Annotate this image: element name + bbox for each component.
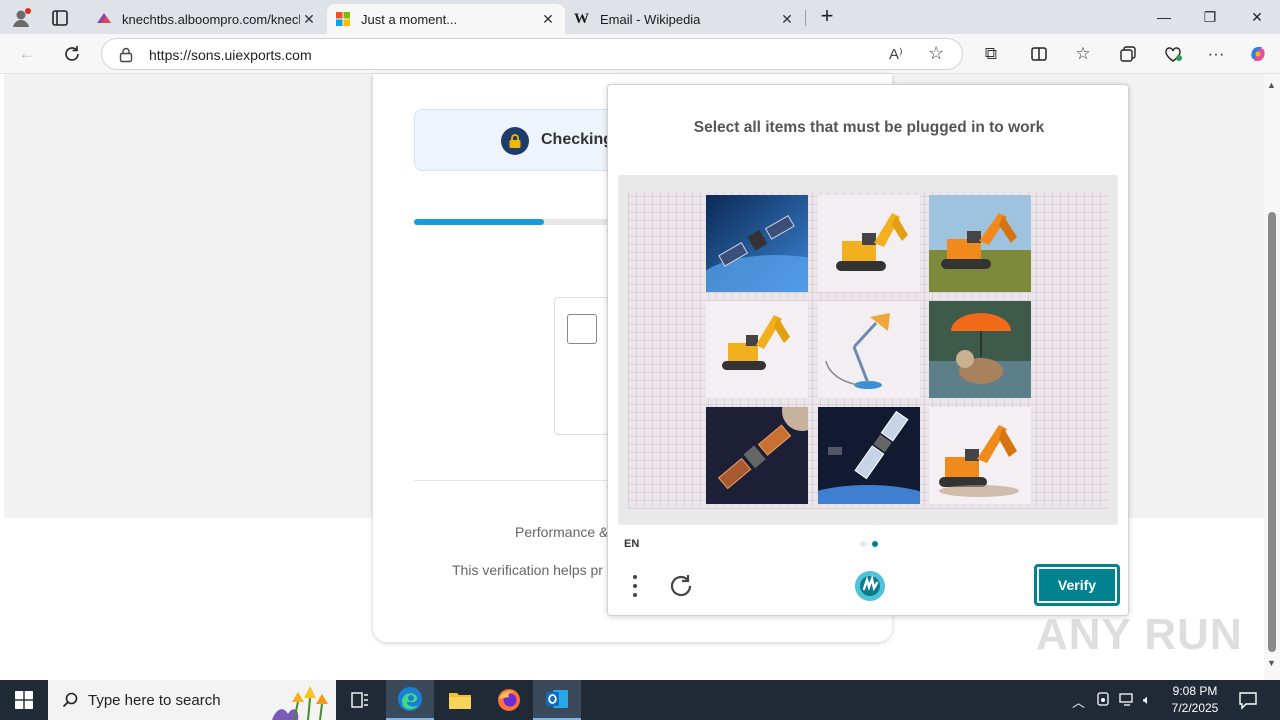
excavator-image <box>818 195 920 292</box>
hcaptcha-logo-icon[interactable] <box>853 569 887 603</box>
language-selector[interactable]: EN <box>624 538 639 550</box>
progress-fill <box>414 219 544 225</box>
divider <box>414 480 614 481</box>
back-button[interactable]: ← <box>12 40 42 68</box>
image-tile-3[interactable] <box>929 195 1031 292</box>
clock-date: 7/2/2025 <box>1171 701 1219 715</box>
volume-icon[interactable]: 🔈︎ <box>1143 692 1151 708</box>
excavator-image <box>706 301 808 398</box>
extensions-icon[interactable]: ⧉ <box>976 40 1006 68</box>
outlook-icon[interactable] <box>533 680 581 720</box>
challenge-prompt: Select all items that must be plugged in… <box>693 119 1045 136</box>
windows-logo-icon <box>15 691 33 709</box>
collections-icon[interactable] <box>1113 40 1143 68</box>
favorites-icon[interactable]: ☆ <box>1068 40 1098 68</box>
page-dot-1 <box>860 541 866 547</box>
performance-text: Performance & <box>515 524 609 540</box>
image-grid-frame <box>618 175 1118 525</box>
tab-separator <box>805 10 806 26</box>
image-tile-4[interactable] <box>706 301 808 398</box>
copilot-icon[interactable] <box>1243 40 1273 68</box>
browser-essentials-icon[interactable] <box>1158 40 1188 68</box>
search-placeholder: Type here to search <box>88 692 221 709</box>
browser-title-bar: knechtbs.alboompro.com/knecht ✕ Just a m… <box>0 0 1280 34</box>
more-options-icon[interactable]: ··· <box>1201 40 1231 68</box>
profile-icon[interactable] <box>10 7 32 29</box>
tab-actions-icon[interactable] <box>50 8 70 28</box>
device-icon[interactable] <box>1096 692 1110 709</box>
image-tile-9[interactable] <box>929 407 1031 504</box>
cow-umbrella-image <box>929 301 1031 398</box>
checking-text: Checking <box>541 131 614 148</box>
notifications-icon[interactable] <box>1238 690 1258 715</box>
restore-button[interactable]: ❐ <box>1187 0 1233 34</box>
image-tile-7[interactable] <box>706 407 808 504</box>
search-icon <box>62 692 78 708</box>
tab-label: Just a moment... <box>361 11 458 27</box>
wikipedia-favicon-icon: W <box>574 11 589 27</box>
tulips-illustration-icon <box>272 686 328 720</box>
web-page: Checking Performance & This verification… <box>0 74 1264 680</box>
image-tile-1[interactable] <box>706 195 808 292</box>
close-window-button[interactable]: ✕ <box>1234 0 1280 34</box>
refresh-button[interactable] <box>57 40 87 68</box>
close-tab-icon[interactable]: ✕ <box>300 11 318 28</box>
url-text: https://sons.uiexports.com <box>149 47 312 63</box>
minimize-button[interactable]: — <box>1141 0 1187 34</box>
new-tab-button[interactable]: + <box>816 3 838 31</box>
tab-label: Email - Wikipedia <box>600 11 701 27</box>
read-aloud-icon[interactable]: A⁾ <box>889 45 903 63</box>
windows-favicon-icon <box>335 11 351 27</box>
alboom-favicon-icon <box>96 11 112 27</box>
image-tile-8[interactable] <box>818 407 920 504</box>
taskbar-search-box[interactable]: Type here to search <box>48 680 336 720</box>
hcaptcha-challenge: Select all items that must be plugged in… <box>607 84 1129 616</box>
satellite-image <box>818 407 920 504</box>
refresh-challenge-icon[interactable] <box>666 571 696 601</box>
network-icon[interactable] <box>1119 692 1135 709</box>
verify-button[interactable]: Verify <box>1034 564 1120 606</box>
clock-time: 9:08 PM <box>1172 684 1218 698</box>
system-clock[interactable]: 9:08 PM 7/2/2025 <box>1160 683 1230 717</box>
captcha-checkbox[interactable] <box>567 314 597 344</box>
image-tile-6[interactable] <box>929 301 1031 398</box>
satellite-image <box>706 407 808 504</box>
image-tile-5[interactable] <box>818 301 920 398</box>
tab-just-a-moment[interactable]: Just a moment... ✕ <box>327 4 565 34</box>
scroll-down-icon[interactable]: ▼ <box>1267 658 1276 668</box>
address-bar[interactable]: https://sons.uiexports.com A⁾ ☆ <box>101 38 963 70</box>
tab-label: knechtbs.alboompro.com/knecht <box>122 11 300 27</box>
start-button[interactable] <box>0 680 48 720</box>
tab-wikipedia[interactable]: W Email - Wikipedia ✕ <box>566 4 804 34</box>
favorite-star-icon[interactable]: ☆ <box>928 43 944 64</box>
satellite-image <box>706 195 808 292</box>
task-view-icon[interactable] <box>336 680 384 720</box>
scroll-thumb[interactable] <box>1268 212 1276 652</box>
close-tab-icon[interactable]: ✕ <box>539 11 557 28</box>
desk-lamp-image <box>818 301 920 398</box>
windows-taskbar: Type here to search ︿ 🔈︎ 9:08 PM 7/2/202… <box>0 680 1280 720</box>
image-tile-2[interactable] <box>818 195 920 292</box>
browser-toolbar: ← https://sons.uiexports.com A⁾ ☆ ⧉ ☆ ··… <box>0 34 1280 74</box>
site-info-icon[interactable] <box>119 47 133 68</box>
split-screen-icon[interactable] <box>1024 40 1054 68</box>
page-dot-2 <box>872 541 878 547</box>
refresh-icon <box>65 46 79 61</box>
excavator-image <box>929 195 1031 292</box>
tab-alboompro[interactable]: knechtbs.alboompro.com/knecht ✕ <box>88 4 326 34</box>
progress-bar <box>414 219 614 225</box>
file-explorer-icon[interactable] <box>436 680 484 720</box>
menu-dots-icon[interactable] <box>626 573 644 599</box>
captcha-checkbox-widget <box>554 297 614 435</box>
firefox-icon[interactable] <box>485 680 533 720</box>
verification-note: This verification helps pr <box>452 562 603 578</box>
edge-taskbar-icon[interactable] <box>386 680 434 720</box>
anyrun-watermark: ANY RUN <box>1036 610 1243 659</box>
close-tab-icon[interactable]: ✕ <box>778 11 796 28</box>
scroll-up-icon[interactable]: ▲ <box>1267 80 1276 90</box>
excavator-image <box>929 407 1031 504</box>
vertical-scrollbar[interactable]: ▲ ▼ <box>1264 74 1280 680</box>
show-hidden-icons-icon[interactable]: ︿ <box>1072 692 1085 711</box>
lock-icon <box>501 127 529 155</box>
